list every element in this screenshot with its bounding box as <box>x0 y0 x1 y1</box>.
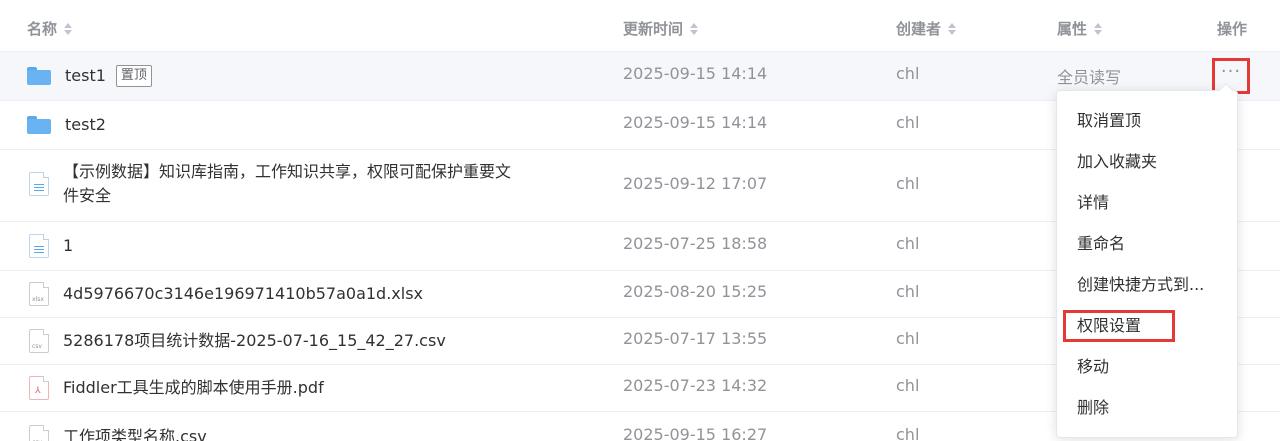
folder-icon <box>27 67 51 85</box>
column-header-creator[interactable]: 创建者 <box>896 18 957 39</box>
sort-icon[interactable] <box>689 22 699 36</box>
csv-file-icon: csv <box>29 329 49 353</box>
updated-time: 2025-09-15 16:27 <box>623 425 768 441</box>
menu-item-delete[interactable]: 删除 <box>1077 396 1109 420</box>
file-name[interactable]: Fiddler工具生成的脚本使用手册.pdf <box>63 376 324 400</box>
creator: chl <box>896 425 920 441</box>
menu-item-permissions[interactable]: 权限设置 <box>1077 314 1141 338</box>
column-header-attribute[interactable]: 属性 <box>1057 18 1103 39</box>
column-header-attribute-label: 属性 <box>1057 20 1088 38</box>
file-name-cell[interactable]: xlsx 4d5976670c3146e196971410b57a0a1d.xl… <box>27 282 423 306</box>
doc-file-icon <box>29 172 49 196</box>
column-header-updated[interactable]: 更新时间 <box>623 18 699 39</box>
menu-item-details[interactable]: 详情 <box>1077 191 1109 215</box>
creator: chl <box>896 376 920 395</box>
column-header-name-label: 名称 <box>27 20 58 38</box>
file-name-cell[interactable]: test2 <box>27 113 106 137</box>
creator: chl <box>896 234 920 253</box>
creator: chl <box>896 113 920 132</box>
sort-icon[interactable] <box>947 22 957 36</box>
pinned-badge: 置顶 <box>115 65 152 87</box>
file-name[interactable]: 5286178项目统计数据-2025-07-16_15_42_27.csv <box>63 329 446 353</box>
column-header-creator-label: 创建者 <box>896 20 942 38</box>
creator: chl <box>896 329 920 348</box>
csv-file-icon: csv <box>29 425 49 441</box>
menu-item-create-shortcut[interactable]: 创建快捷方式到... <box>1077 273 1204 297</box>
file-name-cell[interactable]: ⅄ Fiddler工具生成的脚本使用手册.pdf <box>27 376 324 400</box>
updated-time: 2025-09-15 14:14 <box>623 113 768 132</box>
column-header-name[interactable]: 名称 <box>27 18 73 39</box>
file-name-cell[interactable]: csv 5286178项目统计数据-2025-07-16_15_42_27.cs… <box>27 329 446 353</box>
file-name[interactable]: 4d5976670c3146e196971410b57a0a1d.xlsx <box>63 282 423 306</box>
sort-icon[interactable] <box>63 22 73 36</box>
file-name[interactable]: 工作项类型名称.csv <box>63 425 207 441</box>
creator: chl <box>896 64 920 83</box>
updated-time: 2025-07-25 18:58 <box>623 234 768 253</box>
updated-time: 2025-09-15 14:14 <box>623 64 768 83</box>
file-name-cell[interactable]: test1 置顶 <box>27 64 152 88</box>
attribute: 全员读写 <box>1057 68 1122 87</box>
menu-item-rename[interactable]: 重命名 <box>1077 232 1125 256</box>
creator: chl <box>896 174 920 193</box>
pdf-file-icon: ⅄ <box>29 376 49 400</box>
more-icon: ··· <box>1220 61 1242 82</box>
file-name[interactable]: 【示例数据】知识库指南，工作知识共享，权限可配保护重要文 件安全 <box>63 160 511 208</box>
column-header-updated-label: 更新时间 <box>623 20 684 38</box>
menu-item-unpin[interactable]: 取消置顶 <box>1077 109 1141 133</box>
sort-icon[interactable] <box>1093 22 1103 36</box>
table-header: 名称 更新时间 创建者 属性 操作 <box>0 0 1280 52</box>
updated-time: 2025-07-17 13:55 <box>623 329 768 348</box>
file-name[interactable]: test1 <box>65 64 106 88</box>
updated-time: 2025-07-23 14:32 <box>623 376 768 395</box>
xlsx-file-icon: xlsx <box>29 282 49 306</box>
file-name-cell[interactable]: 【示例数据】知识库指南，工作知识共享，权限可配保护重要文 件安全 <box>27 160 511 208</box>
file-name[interactable]: 1 <box>63 234 73 258</box>
file-name-cell[interactable]: 1 <box>27 234 73 258</box>
file-name[interactable]: test2 <box>65 113 106 137</box>
creator: chl <box>896 282 920 301</box>
menu-item-move[interactable]: 移动 <box>1077 355 1109 379</box>
file-name-cell[interactable]: csv 工作项类型名称.csv <box>27 425 207 441</box>
column-header-actions-label: 操作 <box>1217 20 1248 38</box>
folder-icon <box>27 116 51 134</box>
updated-time: 2025-09-12 17:07 <box>623 174 768 193</box>
file-name-line-1: 【示例数据】知识库指南，工作知识共享，权限可配保护重要文 <box>63 162 512 181</box>
column-header-actions: 操作 <box>1217 18 1247 39</box>
file-name-line-2: 件安全 <box>63 186 112 205</box>
updated-time: 2025-08-20 15:25 <box>623 282 768 301</box>
row-actions-menu: 取消置顶 加入收藏夹 详情 重命名 创建快捷方式到... 权限设置 移动 删除 <box>1056 82 1238 438</box>
menu-item-add-favorite[interactable]: 加入收藏夹 <box>1077 150 1157 174</box>
doc-file-icon <box>29 234 49 258</box>
